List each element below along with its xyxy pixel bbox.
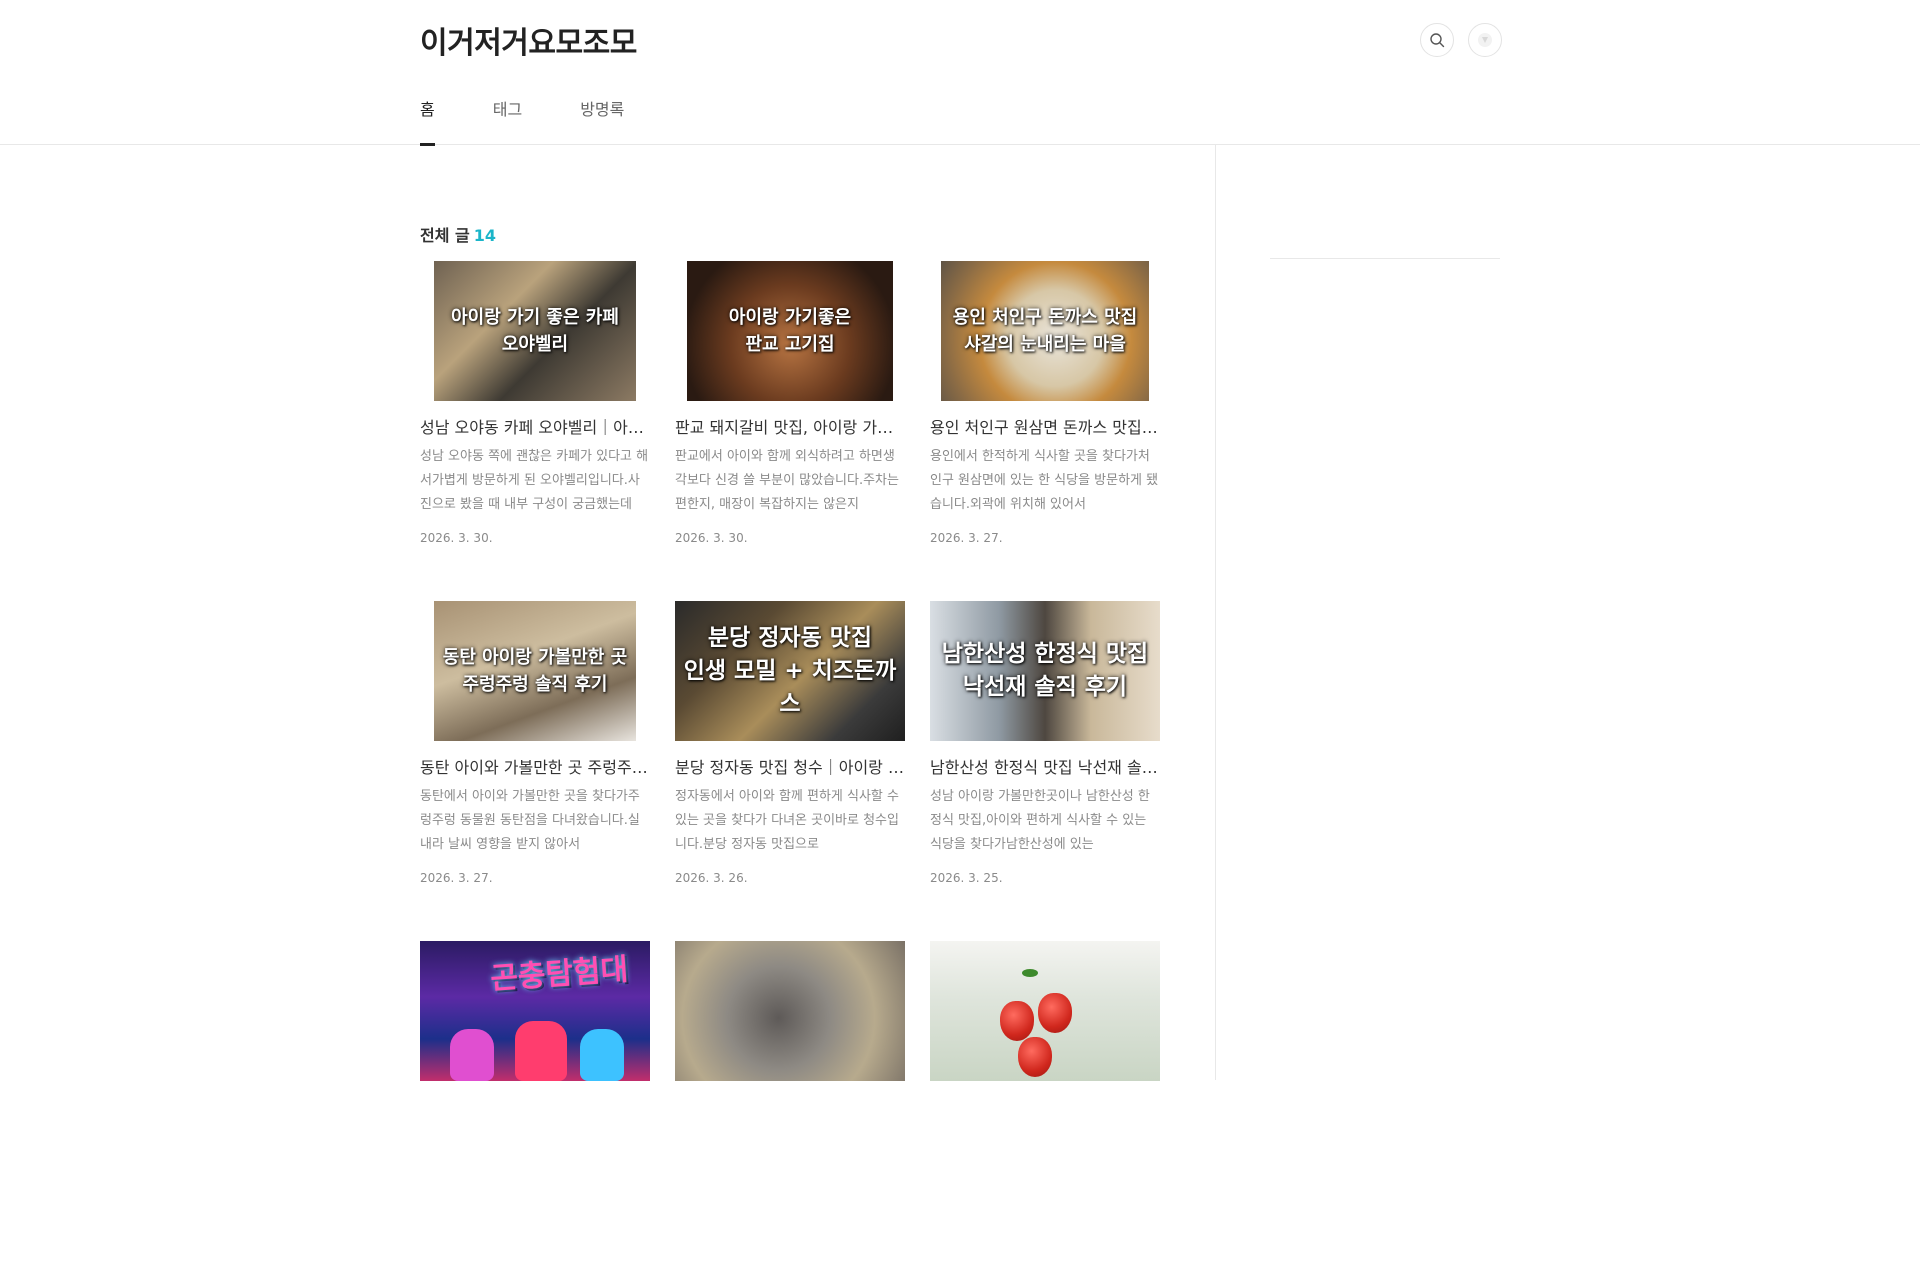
post-date: 2026. 3. 26. <box>675 871 748 885</box>
post-title[interactable]: 동탄 아이와 가볼만한 곳 주렁주렁 솔직 후기 <box>420 757 650 779</box>
post-card[interactable]: 분당 정자동 맛집 인생 모밀 + 치즈돈까스 분당 정자동 맛집 청수｜아이랑… <box>675 601 905 941</box>
post-card[interactable] <box>675 941 905 1281</box>
strawberry <box>1018 1037 1052 1077</box>
hanjeongsik-photo: 남한산성 한정식 맛집 낙선재 솔직 후기 <box>930 601 1160 741</box>
post-card[interactable]: 아이랑 가기좋은 판교 고기집 판교 돼지갈비 맛집, 아이랑 가기좋은 판교 … <box>675 261 905 601</box>
thumbnail-caption: 아이랑 가기좋은 판교 고기집 <box>728 307 852 355</box>
sidebar-separator <box>1270 258 1500 259</box>
hippo-photo <box>675 941 905 1081</box>
profile-icon <box>1478 33 1492 47</box>
main-nav: 홈 태그 방명록 <box>420 96 682 146</box>
post-date: 2026. 3. 27. <box>420 871 493 885</box>
post-summary: 정자동에서 아이와 함께 편하게 식사할 수 있는 곳을 찾다가 다녀온 곳이바… <box>675 789 899 852</box>
insect-show-photo: 곤충탐험대 <box>420 941 650 1081</box>
post-title[interactable]: 분당 정자동 맛집 청수｜아이랑 가기 좋은 식당 <box>675 757 905 779</box>
post-date: 2026. 3. 30. <box>420 531 493 545</box>
post-thumbnail[interactable]: 남한산성 한정식 맛집 낙선재 솔직 후기 <box>930 601 1160 741</box>
post-summary: 동탄에서 아이와 가볼만한 곳을 찾다가주렁주렁 동물원 동탄점을 다녀왔습니다… <box>420 789 640 852</box>
post-summary: 판교에서 아이와 함께 외식하려고 하면생각보다 신경 쓸 부분이 많았습니다.… <box>675 449 899 512</box>
nav-tags[interactable]: 태그 <box>493 96 522 145</box>
post-date: 2026. 3. 30. <box>675 531 748 545</box>
post-grid: 아이랑 가기 좋은 카페 오야벨리 성남 오야동 카페 오야벨리｜아이랑 가기 … <box>420 261 1160 1281</box>
capybara-photo: 동탄 아이랑 가볼만한 곳 주렁주렁 솔직 후기 <box>434 601 636 741</box>
post-summary: 성남 아이랑 가볼만한곳이나 남한산성 한정식 맛집,아이와 편하게 식사할 수… <box>930 789 1150 852</box>
thumbnail-caption: 용인 처인구 돈까스 맛집 샤갈의 눈내리는 마을 <box>952 307 1138 355</box>
post-summary: 성남 오야동 쪽에 괜찮은 카페가 있다고 해서가볍게 방문하게 된 오야벨리입… <box>420 449 649 512</box>
section-label: 전체 글 <box>420 226 470 245</box>
header-actions <box>1420 23 1502 57</box>
post-card[interactable] <box>930 941 1160 1281</box>
thumbnail-caption: 동탄 아이랑 가볼만한 곳 주렁주렁 솔직 후기 <box>442 647 628 695</box>
post-title[interactable]: 판교 돼지갈비 맛집, 아이랑 가기좋은 판교 고기집 <box>675 417 905 439</box>
post-title[interactable]: 성남 오야동 카페 오야벨리｜아이랑 가기 좋은 카페 <box>420 417 650 439</box>
post-count-header: 전체 글 14 <box>420 222 496 246</box>
search-button[interactable] <box>1420 23 1454 57</box>
bbq-photo: 아이랑 가기좋은 판교 고기집 <box>687 261 893 401</box>
post-date: 2026. 3. 25. <box>930 871 1003 885</box>
post-card[interactable]: 용인 처인구 돈까스 맛집 샤갈의 눈내리는 마을 용인 처인구 원삼면 돈까스… <box>930 261 1160 601</box>
post-card[interactable]: 남한산성 한정식 맛집 낙선재 솔직 후기 남한산성 한정식 맛집 낙선재 솔직… <box>930 601 1160 941</box>
character-figure <box>580 1029 624 1081</box>
post-title[interactable]: 용인 처인구 원삼면 돈까스 맛집 샤갈의 눈내리는 마을 <box>930 417 1160 439</box>
post-title[interactable]: 남한산성 한정식 맛집 낙선재 솔직 후기 <box>930 757 1160 779</box>
thumbnail-caption: 남한산성 한정식 맛집 낙선재 솔직 후기 <box>941 641 1149 700</box>
character-figure <box>450 1029 494 1081</box>
post-thumbnail[interactable] <box>930 941 1160 1081</box>
top-header: 이거저거요모조모 홈 태그 방명록 <box>0 0 1920 146</box>
soba-photo: 분당 정자동 맛집 인생 모밀 + 치즈돈까스 <box>675 601 905 741</box>
post-thumbnail[interactable]: 아이랑 가기 좋은 카페 오야벨리 <box>420 261 650 401</box>
post-thumbnail[interactable]: 동탄 아이랑 가볼만한 곳 주렁주렁 솔직 후기 <box>420 601 650 741</box>
post-summary: 용인에서 한적하게 식사할 곳을 찾다가처인구 원삼면에 있는 한 식당을 방문… <box>930 449 1159 512</box>
nav-home[interactable]: 홈 <box>420 96 435 146</box>
post-thumbnail[interactable] <box>675 941 905 1081</box>
nav-guestbook[interactable]: 방명록 <box>580 96 624 145</box>
search-icon <box>1430 33 1445 48</box>
post-thumbnail[interactable]: 용인 처인구 돈까스 맛집 샤갈의 눈내리는 마을 <box>930 261 1160 401</box>
post-card[interactable]: 곤충탐험대 <box>420 941 650 1281</box>
strawberry <box>1038 993 1072 1033</box>
post-card[interactable]: 아이랑 가기 좋은 카페 오야벨리 성남 오야동 카페 오야벨리｜아이랑 가기 … <box>420 261 650 601</box>
post-date: 2026. 3. 27. <box>930 531 1003 545</box>
character-figure <box>515 1021 567 1081</box>
post-thumbnail[interactable]: 아이랑 가기좋은 판교 고기집 <box>675 261 905 401</box>
thumbnail-caption: 분당 정자동 맛집 인생 모밀 + 치즈돈까스 <box>683 624 897 717</box>
profile-button[interactable] <box>1468 23 1502 57</box>
thumbnail-caption: 아이랑 가기 좋은 카페 오야벨리 <box>451 307 619 355</box>
sidebar-divider <box>1215 145 1216 1080</box>
post-thumbnail[interactable]: 곤충탐험대 <box>420 941 650 1081</box>
katsu-photo: 용인 처인구 돈까스 맛집 샤갈의 눈내리는 마을 <box>941 261 1149 401</box>
post-count: 14 <box>473 226 496 245</box>
strawberry <box>1000 1001 1034 1041</box>
blog-title[interactable]: 이거저거요모조모 <box>420 18 637 62</box>
post-card[interactable]: 동탄 아이랑 가볼만한 곳 주렁주렁 솔직 후기 동탄 아이와 가볼만한 곳 주… <box>420 601 650 941</box>
post-thumbnail[interactable]: 분당 정자동 맛집 인생 모밀 + 치즈돈까스 <box>675 601 905 741</box>
strawberry-photo <box>930 941 1160 1081</box>
insect-sign-text: 곤충탐험대 <box>489 952 630 997</box>
cafe-photo: 아이랑 가기 좋은 카페 오야벨리 <box>434 261 636 401</box>
